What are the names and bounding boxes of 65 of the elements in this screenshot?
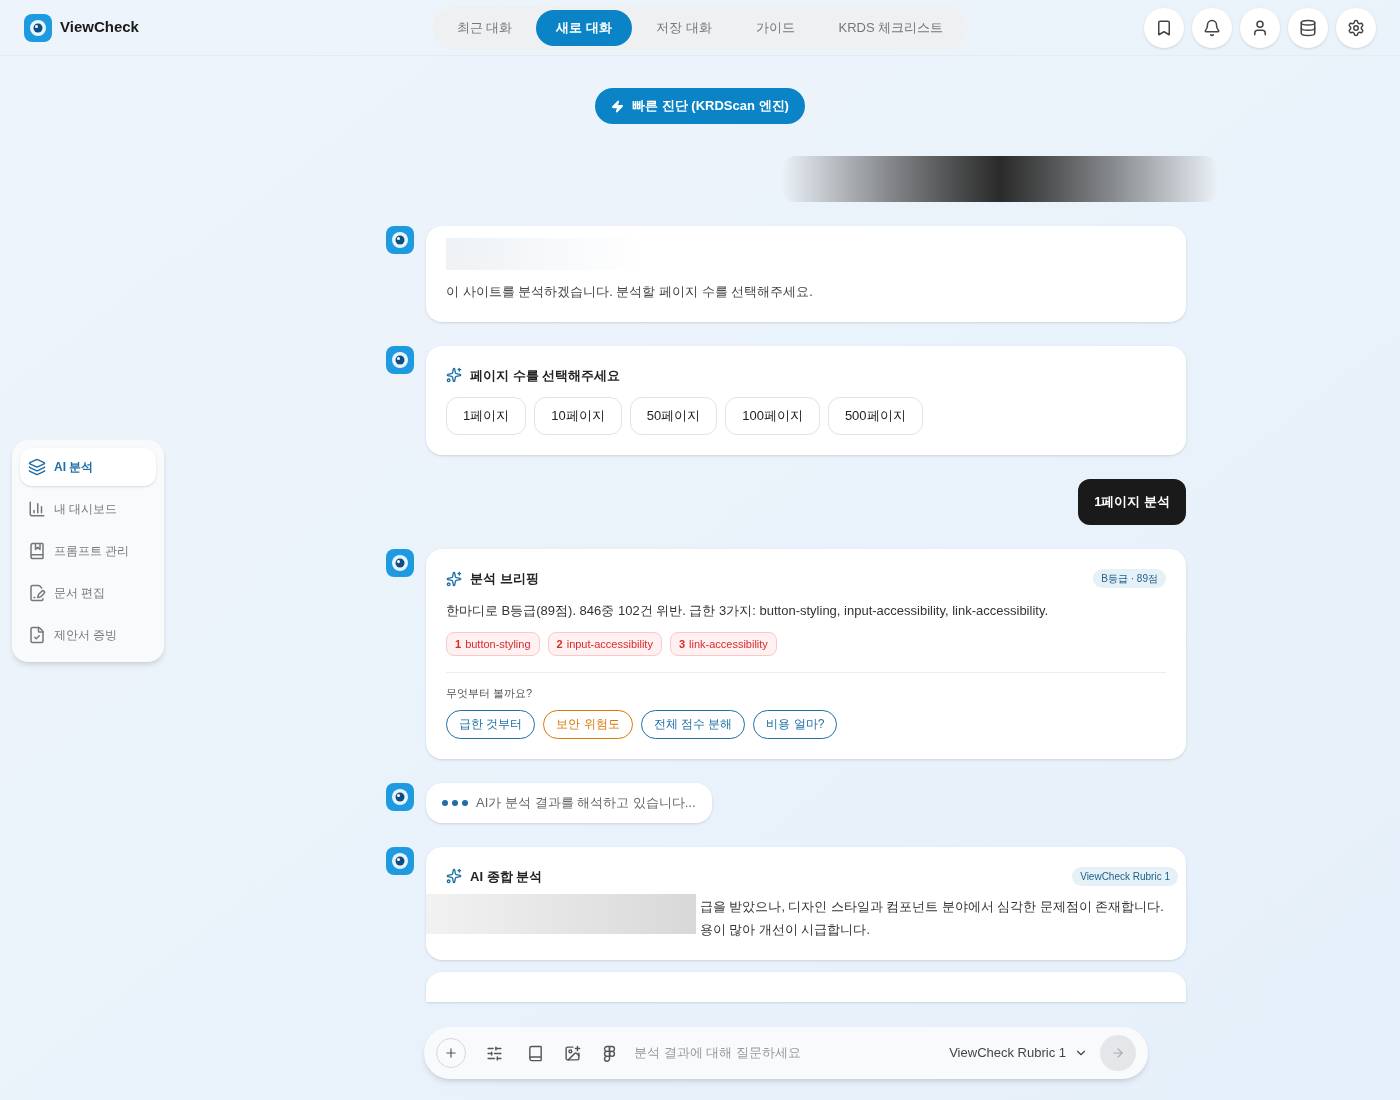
sidebar-item[interactable]: 제안서 증빙 [20, 616, 156, 654]
quick-scan-button[interactable]: 빠른 진단 (KRDScan 엔진) [595, 88, 805, 124]
sidebar-item[interactable]: 내 대시보드 [20, 490, 156, 528]
card-title: 페이지 수를 선택해주세요 [470, 366, 621, 385]
issue-chip: 3 link-accessibility [669, 632, 777, 656]
settings-button[interactable] [1336, 7, 1376, 48]
image-plus-icon[interactable] [564, 1044, 581, 1062]
rubric-badge: ViewCheck Rubric 1 [1072, 866, 1178, 886]
eye-logo-icon [386, 782, 414, 811]
sparkle-icon [446, 570, 462, 587]
eye-logo-icon [386, 549, 414, 577]
settings-icon [1347, 18, 1365, 37]
card-title: AI 종합 분석 [470, 867, 543, 886]
brand-name: ViewCheck [60, 17, 139, 38]
bell-button[interactable] [1192, 7, 1232, 48]
message-text: 이 사이트를 분석하겠습니다. 분석할 페이지 수를 선택해주세요. [446, 283, 814, 301]
typing-dots-icon [442, 799, 468, 806]
eye-logo-icon [386, 345, 414, 374]
issue-chip: 2 input-accessibility [547, 632, 662, 656]
arrow-right-icon [1111, 1046, 1125, 1060]
plus-icon [444, 1046, 458, 1060]
sidebar-item[interactable]: 문서 편집 [20, 574, 156, 612]
typing-text: AI가 분석 결과를 해석하고 있습니다... [476, 793, 696, 812]
page-count-option[interactable]: 100페이지 [725, 397, 820, 435]
sparkle-icon [446, 367, 462, 384]
summary-text: 용이 많아 개선이 시급합니다. [700, 921, 871, 939]
book-icon [28, 542, 46, 560]
model-selector[interactable]: ViewCheck Rubric 1 [949, 1043, 1088, 1063]
document-pen-icon [28, 584, 46, 602]
sliders-icon[interactable] [486, 1044, 503, 1062]
user-message: 1페이지 분석 [1078, 479, 1186, 525]
briefing-text: 한마디로 B등급(89점). 846중 102건 위반. 급한 3가지: button-styling, input-accessibility, link-accessibility. [446, 601, 1050, 620]
lightning-icon [611, 99, 625, 113]
nav-tab[interactable]: 저장 대화 [635, 9, 732, 46]
question-text: 무엇부터 볼까요? [446, 686, 534, 701]
issue-chip: 1 button-styling [446, 632, 540, 656]
page-count-option[interactable]: 1페이지 [446, 397, 527, 435]
sparkle-icon [446, 868, 462, 885]
eye-logo-icon [386, 846, 414, 875]
nav-tab[interactable]: 가이드 [735, 9, 815, 46]
page-count-option[interactable]: 10페이지 [534, 397, 622, 435]
nav-tab[interactable]: 새로 대화 [536, 9, 632, 46]
user-icon [1251, 18, 1269, 37]
layers-icon [28, 458, 46, 476]
document-check-icon [28, 626, 46, 644]
bell-icon [1203, 18, 1221, 37]
eye-logo-icon [386, 226, 414, 254]
database-icon [1299, 18, 1317, 37]
bookmark-button[interactable] [1144, 7, 1184, 48]
user-button[interactable] [1240, 7, 1280, 48]
bar-chart-icon [28, 500, 46, 518]
nav-tab[interactable]: 최근 대화 [436, 9, 533, 46]
database-button[interactable] [1288, 7, 1328, 48]
eye-logo-icon [24, 13, 52, 42]
sidebar-item[interactable]: AI 분석 [20, 448, 156, 486]
grade-badge: B등급 · 89점 [1093, 569, 1166, 589]
summary-text: 급을 받았으나, 디자인 스타일과 컴포넌트 분야에서 심각한 문제점이 존재합니다. [700, 899, 1164, 916]
card-title: 분석 브리핑 [470, 570, 539, 588]
bookmark-icon [1155, 18, 1173, 37]
page-count-option[interactable]: 500페이지 [827, 397, 923, 435]
book-icon[interactable] [527, 1044, 544, 1062]
question-input[interactable]: 분석 결과에 대해 질문하세요 [634, 1043, 938, 1063]
nav-tab[interactable]: KRDS 체크리스트 [818, 9, 964, 46]
sidebar-item[interactable]: 프롬프트 관리 [20, 532, 156, 570]
page-count-option[interactable]: 50페이지 [629, 397, 718, 435]
